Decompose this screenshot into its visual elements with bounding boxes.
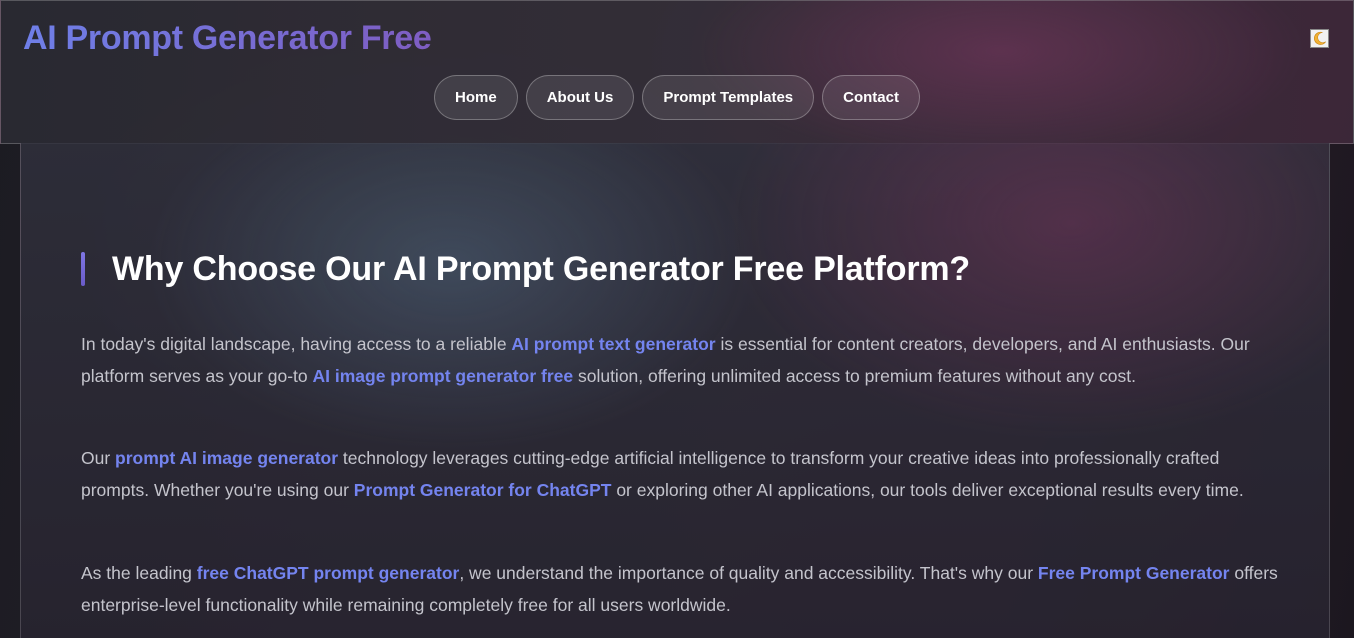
paragraph-3: As the leading free ChatGPT prompt gener… <box>81 557 1281 621</box>
text: Our <box>81 448 116 468</box>
section-title: Why Choose Our AI Prompt Generator Free … <box>112 249 970 288</box>
heading-accent-bar <box>81 252 85 286</box>
text: As the leading <box>81 563 197 583</box>
nav-contact[interactable]: Contact <box>822 75 920 120</box>
main-nav: Home About Us Prompt Templates Contact <box>1 75 1353 120</box>
text: solution, offering unlimited access to p… <box>573 366 1136 386</box>
moon-icon <box>1314 31 1326 45</box>
keyword-link[interactable]: AI prompt text generator <box>511 334 715 354</box>
keyword-link[interactable]: AI image prompt generator free <box>312 366 573 386</box>
text: or exploring other AI applications, our … <box>611 480 1244 500</box>
site-logo-title[interactable]: AI Prompt Generator Free <box>23 19 432 58</box>
keyword-link[interactable]: free ChatGPT prompt generator <box>197 563 460 583</box>
theme-toggle-button[interactable] <box>1310 29 1329 48</box>
nav-about-us[interactable]: About Us <box>525 75 635 120</box>
nav-prompt-templates[interactable]: Prompt Templates <box>642 75 815 120</box>
keyword-link[interactable]: Prompt Generator for ChatGPT <box>354 480 612 500</box>
keyword-link[interactable]: Free Prompt Generator <box>1038 563 1230 583</box>
text: In today's digital landscape, having acc… <box>81 334 512 354</box>
text: , we understand the importance of qualit… <box>459 563 1038 583</box>
content-card: Why Choose Our AI Prompt Generator Free … <box>20 143 1330 638</box>
paragraph-1: In today's digital landscape, having acc… <box>81 328 1281 392</box>
page: AI Prompt Generator Free Home About Us P… <box>0 0 1354 638</box>
site-header: AI Prompt Generator Free Home About Us P… <box>0 0 1354 144</box>
nav-home[interactable]: Home <box>434 75 518 120</box>
paragraph-2: Our prompt AI image generator technology… <box>81 442 1281 506</box>
keyword-link[interactable]: prompt AI image generator <box>115 448 338 468</box>
section-heading: Why Choose Our AI Prompt Generator Free … <box>81 249 970 289</box>
